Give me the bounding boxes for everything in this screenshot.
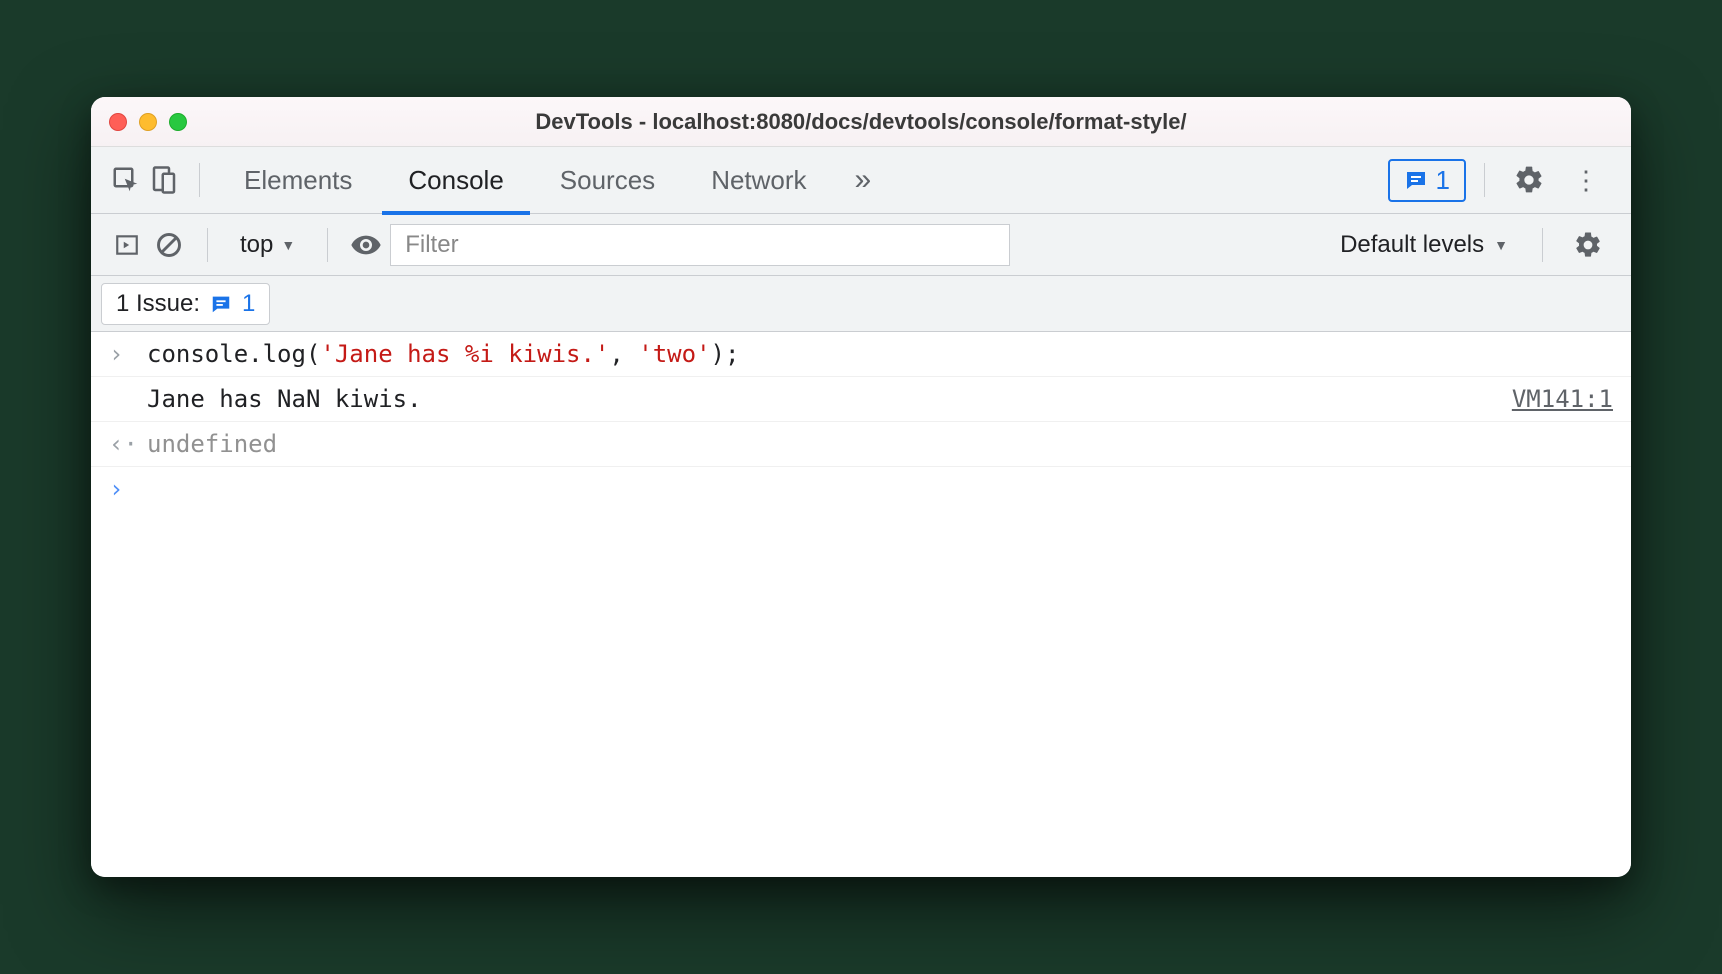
log-output: Jane has NaN kiwis. (147, 385, 422, 413)
maximize-window-button[interactable] (169, 113, 187, 131)
input-marker-icon: › (109, 340, 133, 368)
main-tabbar: Elements Console Sources Network » 1 ⋮ (91, 147, 1631, 214)
divider (1484, 163, 1485, 197)
more-tabs-button[interactable]: » (837, 163, 890, 197)
divider (199, 163, 200, 197)
issues-count: 1 (1436, 165, 1450, 196)
devtools-window: DevTools - localhost:8080/docs/devtools/… (91, 97, 1631, 877)
filter-input[interactable] (390, 224, 1010, 266)
prompt-marker-icon: › (109, 475, 133, 503)
console-toolbar: top ▼ Default levels ▼ (91, 214, 1631, 276)
console-log-row: Jane has NaN kiwis. VM141:1 (91, 377, 1631, 422)
context-selector[interactable]: top ▼ (228, 231, 307, 259)
issues-badge[interactable]: 1 (1388, 159, 1466, 202)
console-code: console.log('Jane has %i kiwis.', 'two')… (147, 340, 739, 368)
more-options-button[interactable]: ⋮ (1559, 165, 1613, 196)
live-expression-button[interactable] (348, 227, 384, 263)
inspect-element-icon[interactable] (109, 163, 143, 197)
gear-icon (1513, 164, 1545, 196)
console-prompt-row[interactable]: › (91, 467, 1631, 511)
divider (1542, 228, 1543, 262)
tab-console[interactable]: Console (382, 147, 529, 214)
return-marker-icon: ‹· (109, 430, 133, 458)
issues-icon (210, 293, 232, 315)
show-console-sidebar-button[interactable] (109, 227, 145, 263)
source-link[interactable]: VM141:1 (1512, 385, 1613, 413)
issues-chip[interactable]: 1 Issue: 1 (101, 283, 270, 325)
log-levels-selector[interactable]: Default levels ▼ (1326, 231, 1522, 259)
titlebar: DevTools - localhost:8080/docs/devtools/… (91, 97, 1631, 147)
clear-console-button[interactable] (151, 227, 187, 263)
console-input-row: › console.log('Jane has %i kiwis.', 'two… (91, 332, 1631, 377)
issues-icon (1404, 168, 1428, 192)
issues-label: 1 Issue: (116, 290, 200, 318)
context-label: top (240, 231, 273, 259)
minimize-window-button[interactable] (139, 113, 157, 131)
window-title: DevTools - localhost:8080/docs/devtools/… (91, 109, 1631, 135)
issues-chip-count: 1 (242, 290, 255, 318)
tab-elements[interactable]: Elements (218, 147, 378, 214)
issues-bar: 1 Issue: 1 (91, 276, 1631, 332)
device-toolbar-icon[interactable] (147, 163, 181, 197)
close-window-button[interactable] (109, 113, 127, 131)
tab-sources[interactable]: Sources (534, 147, 681, 214)
gear-icon (1573, 230, 1603, 260)
divider (327, 228, 328, 262)
settings-button[interactable] (1503, 164, 1555, 196)
window-controls (109, 113, 187, 131)
divider (207, 228, 208, 262)
console-return-row: ‹· undefined (91, 422, 1631, 467)
eye-icon (350, 229, 382, 261)
console-output[interactable]: › console.log('Jane has %i kiwis.', 'two… (91, 332, 1631, 877)
levels-label: Default levels (1340, 231, 1484, 259)
chevron-down-icon: ▼ (1494, 237, 1508, 253)
return-value: undefined (147, 430, 277, 458)
tab-network[interactable]: Network (685, 147, 832, 214)
chevron-down-icon: ▼ (281, 237, 295, 253)
console-settings-button[interactable] (1563, 230, 1613, 260)
